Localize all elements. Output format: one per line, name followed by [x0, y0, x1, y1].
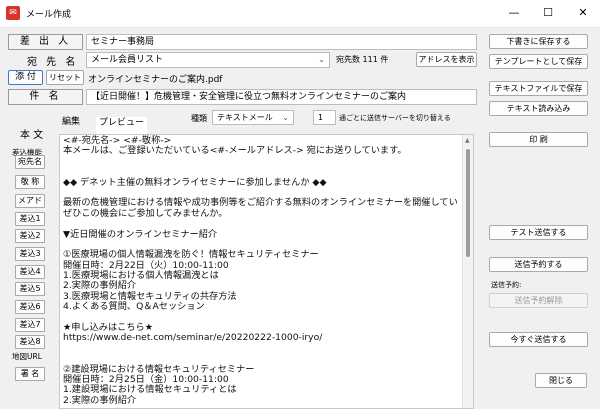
- to-value: メール会員リスト: [91, 55, 164, 65]
- schedule-status-label: 送信予約:: [491, 281, 522, 289]
- body-line: [63, 157, 463, 167]
- close-window-button[interactable]: ✕: [566, 0, 600, 28]
- scroll-thumb[interactable]: [466, 149, 470, 257]
- insert-button-5[interactable]: 差込3: [15, 247, 45, 261]
- scroll-up-icon[interactable]: ▲: [465, 137, 470, 144]
- attach-button[interactable]: 添 付: [8, 70, 43, 85]
- body-line: [63, 167, 463, 177]
- insert-button-7[interactable]: 差込5: [15, 282, 45, 296]
- subject-field[interactable]: 【近日開催！】危機管理・安全管理に役立つ無料オンラインセミナーのご案内: [86, 89, 477, 105]
- show-address-button[interactable]: アドレスを表示: [416, 52, 477, 67]
- print-button[interactable]: 印 刷: [489, 132, 588, 147]
- map-url-label: 地図URL: [12, 352, 42, 361]
- insert-button-6[interactable]: 差込4: [15, 265, 45, 279]
- sender-label: 差 出 人: [8, 34, 83, 50]
- body-line: 2.実際の事例紹介: [63, 394, 137, 406]
- insert-button-0[interactable]: 宛先名: [15, 155, 45, 169]
- insert-button-10[interactable]: 差込8: [15, 335, 45, 349]
- switch-count-value: 1: [318, 113, 324, 122]
- save-text-file-button[interactable]: テキストファイルで保存: [489, 81, 588, 96]
- body-line: [63, 219, 463, 229]
- signature-button[interactable]: 署 名: [15, 367, 45, 381]
- maximize-button[interactable]: ☐: [531, 0, 565, 28]
- test-send-button[interactable]: テスト送信する: [489, 225, 588, 240]
- cancel-schedule-button: 送信予約解除: [489, 293, 588, 308]
- insert-button-3[interactable]: 差込1: [15, 212, 45, 226]
- app-icon: ✉: [6, 6, 20, 20]
- chevron-down-icon: ⌄: [318, 55, 325, 64]
- type-dropdown[interactable]: テキストメール ⌄: [212, 110, 294, 125]
- body-editor[interactable]: <#-宛先名-> <#-敬称-> 本メールは、ご登録いただいている<#-メールアド…: [59, 134, 474, 409]
- to-label: 宛 先 名: [27, 57, 79, 68]
- schedule-send-button[interactable]: 送信予約する: [489, 257, 588, 272]
- body-line: ◆◆ デネット主催の無料オンライセミナーに参加しませんか ◆◆: [63, 176, 327, 188]
- type-value: テキストメール: [217, 113, 273, 122]
- recipient-count: 宛先数 111 件: [336, 55, 389, 64]
- minimize-button[interactable]: —: [497, 0, 531, 28]
- insert-button-2[interactable]: メアド: [15, 194, 45, 208]
- editor-scrollbar[interactable]: ▲: [462, 135, 473, 408]
- insert-button-1[interactable]: 敬 称: [15, 175, 45, 189]
- title-bar: ✉ メール作成 — ☐ ✕: [0, 0, 600, 28]
- reset-button[interactable]: リセット: [46, 70, 84, 85]
- body-line: 本メールは、ご登録いただいている<#-メールアドレス-> 宛にお送りしています。: [63, 145, 407, 157]
- close-button[interactable]: 閉じる: [535, 373, 587, 388]
- body-text: <#-宛先名-> <#-敬称-> 本メールは、ご登録いただいている<#-メールアド…: [63, 135, 463, 406]
- tab-edit[interactable]: 編集: [62, 114, 80, 127]
- insert-button-4[interactable]: 差込2: [15, 229, 45, 243]
- sender-field[interactable]: セミナー事務局: [86, 34, 477, 50]
- body-line: https://www.de-net.com/seminar/e/2022022…: [63, 332, 323, 344]
- type-label: 種類: [191, 114, 207, 123]
- body-line: [63, 344, 463, 354]
- subject-label: 件 名: [8, 89, 83, 105]
- body-line: ぜひこの機会にご参加してみませんか。: [63, 207, 228, 219]
- insert-button-9[interactable]: 差込7: [15, 318, 45, 332]
- switch-count-stepper[interactable]: 1: [313, 110, 336, 125]
- body-line: ▼近日開催のオンラインセミナー紹介: [63, 228, 218, 240]
- send-now-button[interactable]: 今すぐ送信する: [489, 332, 588, 347]
- body-line: 4.よくある質問、Q＆Aセッション: [63, 301, 205, 313]
- body-label: 本 文: [20, 130, 44, 141]
- to-dropdown[interactable]: メール会員リスト ⌄: [86, 52, 330, 68]
- switch-server-note: 通ごとに送信サーバーを切り替える: [339, 114, 451, 122]
- load-text-button[interactable]: テキスト読み込み: [489, 101, 588, 116]
- save-template-button[interactable]: テンプレートとして保存: [489, 54, 588, 69]
- attachment-filename: オンラインセミナーのご案内.pdf: [88, 75, 223, 85]
- window-title: メール作成: [26, 10, 72, 20]
- chevron-down-icon: ⌄: [282, 113, 289, 122]
- tab-preview[interactable]: プレビュー: [96, 117, 148, 134]
- save-draft-button[interactable]: 下書きに保存する: [489, 34, 588, 49]
- insert-button-8[interactable]: 差込6: [15, 300, 45, 314]
